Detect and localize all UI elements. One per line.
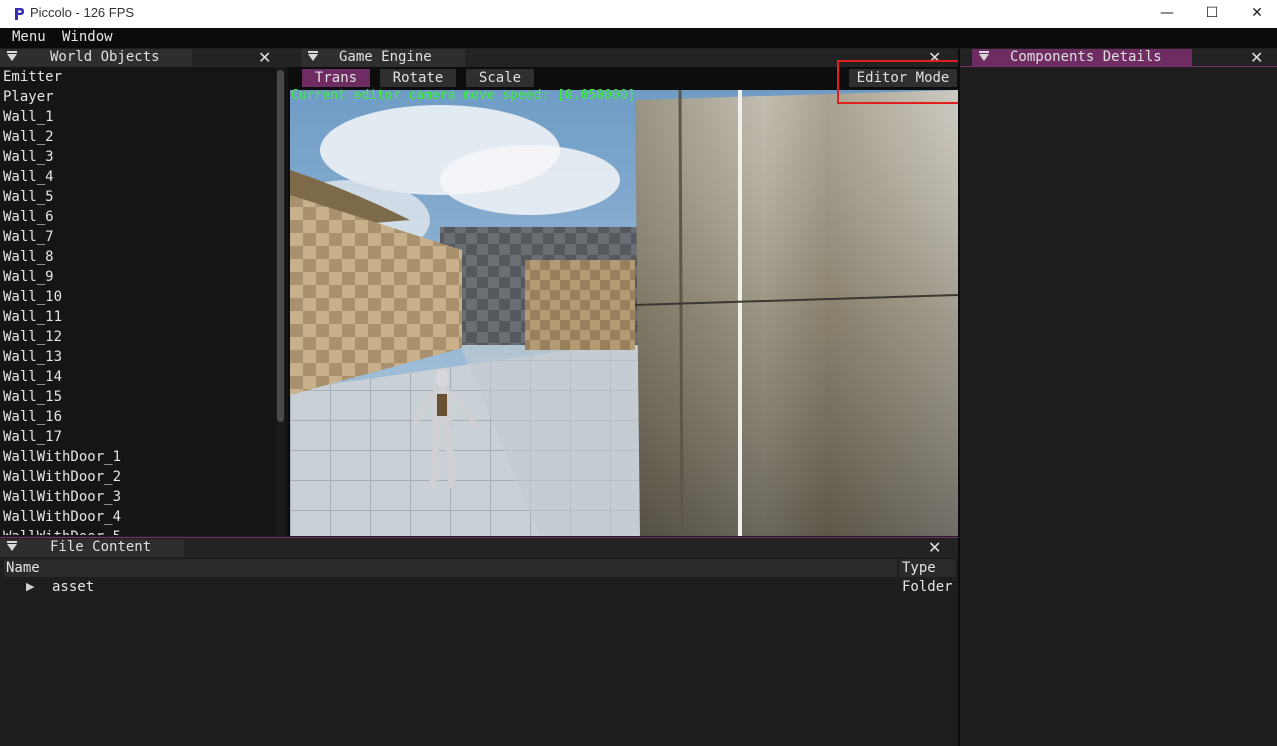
scrollbar-thumb[interactable] (277, 70, 284, 422)
list-item[interactable]: Wall_15 (3, 387, 273, 407)
triangle-down-icon[interactable] (979, 51, 989, 61)
table-row[interactable]: ▶ asset Folder (4, 579, 956, 599)
menu-menu[interactable]: Menu (12, 29, 46, 45)
tab-file-content[interactable]: File Content (0, 539, 184, 557)
file-name: asset (52, 579, 95, 595)
column-header-type[interactable]: Type (899, 559, 956, 577)
list-item[interactable]: Wall_4 (3, 167, 273, 187)
triangle-down-icon[interactable] (7, 541, 17, 551)
tab-components-details[interactable]: Components Details (972, 49, 1192, 67)
list-item[interactable]: Wall_11 (3, 307, 273, 327)
tab-label: Game Engine (339, 49, 432, 65)
menu-window[interactable]: Window (62, 29, 113, 45)
list-item[interactable]: WallWithDoor_1 (3, 447, 273, 467)
maximize-button[interactable]: ☐ (1189, 0, 1235, 28)
file-type: Folder (902, 579, 953, 595)
list-item[interactable]: Wall_2 (3, 127, 273, 147)
window-title: Piccolo - 126 FPS (30, 5, 135, 20)
close-icon[interactable]: ✕ (928, 540, 941, 556)
tab-world-objects[interactable]: World Objects (0, 49, 192, 67)
list-item[interactable]: Wall_9 (3, 267, 273, 287)
list-item[interactable]: Wall_7 (3, 227, 273, 247)
triangle-right-icon[interactable]: ▶ (26, 580, 34, 593)
list-item[interactable]: Wall_10 (3, 287, 273, 307)
minimize-button[interactable]: — (1144, 0, 1190, 28)
splitter[interactable] (958, 49, 960, 746)
list-item[interactable]: Wall_1 (3, 107, 273, 127)
menu-bar (0, 28, 1277, 48)
tab-label: Components Details (1010, 49, 1162, 65)
list-item[interactable]: Emitter (3, 67, 273, 87)
list-item[interactable]: Wall_12 (3, 327, 273, 347)
tab-label: File Content (50, 539, 152, 555)
list-item[interactable]: Wall_14 (3, 367, 273, 387)
scene-render (290, 90, 958, 536)
camera-speed-text: Current editor camera move speed: [0.050… (291, 88, 636, 103)
list-item[interactable]: Wall_16 (3, 407, 273, 427)
list-item[interactable]: Wall_8 (3, 247, 273, 267)
game-viewport[interactable] (290, 90, 958, 536)
list-item[interactable]: Wall_17 (3, 427, 273, 447)
column-header-name[interactable]: Name (4, 559, 897, 577)
window-titlebar (0, 0, 1277, 28)
world-objects-list: Emitter Player Wall_1 Wall_2 Wall_3 Wall_4 Wal… (3, 67, 273, 535)
list-item[interactable]: Wall_13 (3, 347, 273, 367)
trans-tool-button[interactable]: Trans (302, 69, 370, 87)
components-panel (960, 49, 1277, 746)
list-item[interactable]: Wall_3 (3, 147, 273, 167)
piccolo-logo-icon (15, 8, 24, 20)
accent-line (960, 66, 1277, 67)
list-item[interactable]: Wall_5 (3, 187, 273, 207)
editor-mode-highlight (837, 60, 967, 104)
close-icon[interactable]: ✕ (258, 50, 271, 66)
triangle-down-icon[interactable] (308, 51, 318, 61)
scale-tool-button[interactable]: Scale (466, 69, 534, 87)
tab-label: World Objects (50, 49, 160, 65)
list-item[interactable]: WallWithDoor_3 (3, 487, 273, 507)
list-item[interactable]: WallWithDoor_2 (3, 467, 273, 487)
list-item[interactable]: WallWithDoor_4 (3, 507, 273, 527)
list-item[interactable]: Player (3, 87, 273, 107)
list-item[interactable]: Wall_6 (3, 207, 273, 227)
tab-game-engine[interactable]: Game Engine (301, 49, 465, 67)
list-item[interactable]: WallWithDoor_5 (3, 527, 273, 535)
triangle-down-icon[interactable] (7, 51, 17, 61)
rotate-tool-button[interactable]: Rotate (380, 69, 456, 87)
close-window-button[interactable]: ✕ (1234, 0, 1277, 28)
close-icon[interactable]: ✕ (1250, 50, 1263, 66)
